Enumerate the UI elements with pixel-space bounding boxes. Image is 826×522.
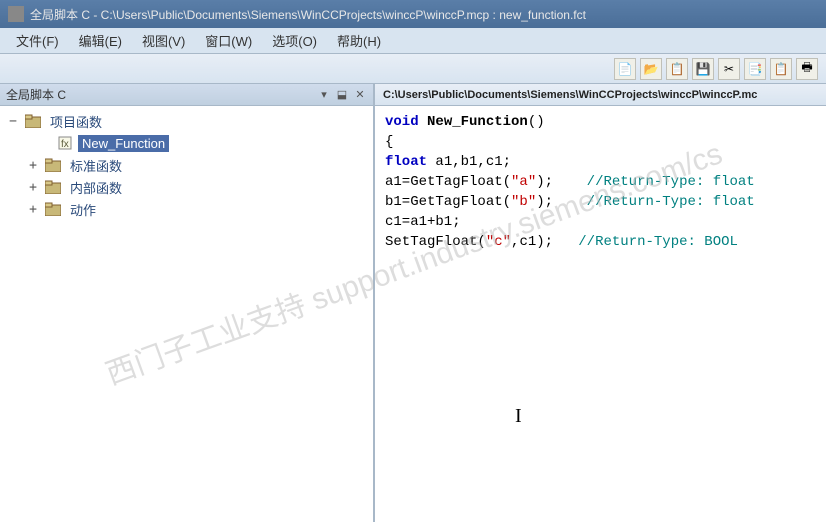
comment-b: //Return-Type: float xyxy=(587,194,755,210)
code-line-b1: b1=GetTagFloat( xyxy=(385,194,511,210)
main-area: 全局脚本 C ▾ ⬓ ✕ − 项目函数 fx xyxy=(0,84,826,522)
menu-edit[interactable]: 编辑(E) xyxy=(69,27,132,54)
tree-item-new-function[interactable]: fx New_Function xyxy=(0,132,373,154)
text-cursor-icon: I xyxy=(515,406,522,426)
expander-icon[interactable]: + xyxy=(26,202,40,217)
tree-item-actions[interactable]: + 动作 xyxy=(0,198,373,220)
close-c: ,c1); xyxy=(511,234,553,250)
folder-icon xyxy=(24,113,42,129)
string-b: "b" xyxy=(511,194,536,210)
code-line-a1: a1=GetTagFloat( xyxy=(385,174,511,190)
declaration: a1,b1,c1; xyxy=(427,154,511,170)
sidebar-header: 全局脚本 C ▾ ⬓ ✕ xyxy=(0,84,373,106)
menubar: 文件(F) 编辑(E) 视图(V) 窗口(W) 选项(O) 帮助(H) xyxy=(0,28,826,54)
menu-window[interactable]: 窗口(W) xyxy=(195,27,262,54)
menu-help[interactable]: 帮助(H) xyxy=(327,27,391,54)
string-a: "a" xyxy=(511,174,536,190)
close-b: ); xyxy=(536,194,553,210)
function-icon: fx xyxy=(56,135,74,151)
folder-icon xyxy=(44,157,62,173)
pin-icon[interactable]: ⬓ xyxy=(335,88,349,102)
sidebar-controls: ▾ ⬓ ✕ xyxy=(317,88,367,102)
close-a: ); xyxy=(536,174,553,190)
tb-paste-icon[interactable]: 📋 xyxy=(770,58,792,80)
tb-new-icon[interactable]: 📄 xyxy=(614,58,636,80)
brace-open: { xyxy=(385,134,393,150)
close-icon[interactable]: ✕ xyxy=(353,88,367,102)
editor-tab[interactable]: C:\Users\Public\Documents\Siemens\WinCCP… xyxy=(375,84,826,106)
tb-print-icon[interactable]: 🖶 xyxy=(796,58,818,80)
tb-open-icon[interactable]: 📂 xyxy=(640,58,662,80)
project-tree[interactable]: − 项目函数 fx New_Function + xyxy=(0,106,373,522)
folder-icon xyxy=(44,179,62,195)
menu-file[interactable]: 文件(F) xyxy=(6,27,69,54)
toolbar: 📄 📂 📋 💾 ✂ 📑 📋 🖶 xyxy=(0,54,826,84)
tree-item-standard-functions[interactable]: + 标准函数 xyxy=(0,154,373,176)
tb-cut-icon[interactable]: ✂ xyxy=(718,58,740,80)
menu-options[interactable]: 选项(O) xyxy=(262,27,327,54)
menu-view[interactable]: 视图(V) xyxy=(132,27,195,54)
tb-save-icon[interactable]: 💾 xyxy=(692,58,714,80)
expander-icon[interactable]: + xyxy=(26,158,40,173)
titlebar: 全局脚本 C - C:\Users\Public\Documents\Sieme… xyxy=(0,0,826,28)
parentheses: () xyxy=(528,114,545,130)
expander-icon[interactable]: + xyxy=(26,180,40,195)
code-editor[interactable]: void New_Function() { float a1,b1,c1; a1… xyxy=(375,106,826,522)
tb-doc-icon[interactable]: 📋 xyxy=(666,58,688,80)
folder-icon xyxy=(44,201,62,217)
code-line-c1: c1=a1+b1; xyxy=(385,214,461,230)
tree-label: 内部函数 xyxy=(66,177,126,198)
expander-icon[interactable]: − xyxy=(6,114,20,129)
tb-copy-icon[interactable]: 📑 xyxy=(744,58,766,80)
comment-c: //Return-Type: BOOL xyxy=(578,234,738,250)
dropdown-icon[interactable]: ▾ xyxy=(317,88,331,102)
svg-text:fx: fx xyxy=(61,139,69,150)
editor-pane: C:\Users\Public\Documents\Siemens\WinCCP… xyxy=(375,84,826,522)
app-icon xyxy=(8,6,24,22)
string-c: "c" xyxy=(486,234,511,250)
code-line-set: SetTagFloat( xyxy=(385,234,486,250)
sidebar: 全局脚本 C ▾ ⬓ ✕ − 项目函数 fx xyxy=(0,84,375,522)
keyword-float: float xyxy=(385,154,427,170)
comment-a: //Return-Type: float xyxy=(587,174,755,190)
tree-item-project-functions[interactable]: − 项目函数 xyxy=(0,110,373,132)
tree-label: New_Function xyxy=(78,135,169,152)
app-window: 全局脚本 C - C:\Users\Public\Documents\Sieme… xyxy=(0,0,826,522)
tree-label: 动作 xyxy=(66,199,100,220)
sidebar-title: 全局脚本 C xyxy=(6,86,66,103)
tree-item-internal-functions[interactable]: + 内部函数 xyxy=(0,176,373,198)
window-title: 全局脚本 C - C:\Users\Public\Documents\Sieme… xyxy=(30,6,586,23)
tree-label: 标准函数 xyxy=(66,155,126,176)
editor-path: C:\Users\Public\Documents\Siemens\WinCCP… xyxy=(383,89,757,101)
tree-label: 项目函数 xyxy=(46,111,106,132)
function-name: New_Function xyxy=(427,114,528,130)
keyword-void: void xyxy=(385,114,419,130)
